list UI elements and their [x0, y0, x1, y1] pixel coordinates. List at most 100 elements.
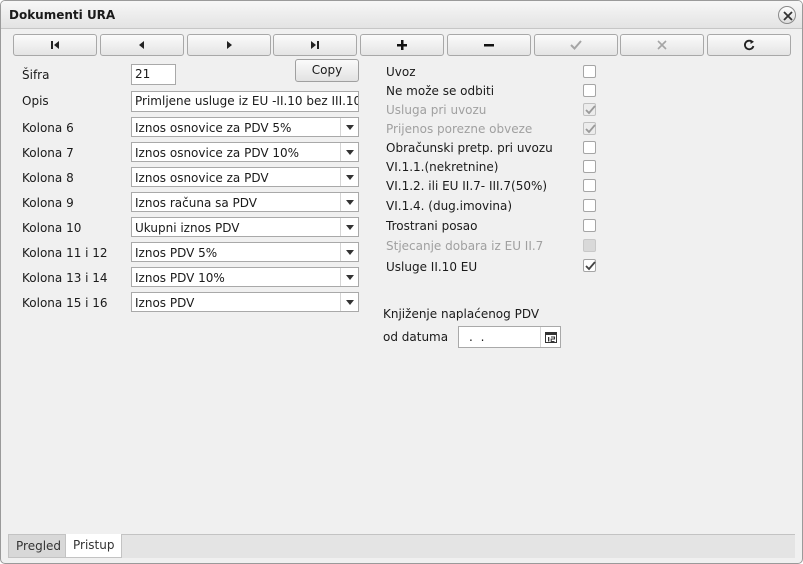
chevron-down-icon	[346, 175, 354, 180]
option-trostrani-posao-checkbox[interactable]	[583, 219, 596, 232]
option-stjecanje-dobara-checkbox[interactable]	[583, 239, 596, 252]
tab-bar: Pregled Pristup	[8, 534, 795, 558]
first-record-button[interactable]	[13, 34, 97, 56]
date-label: od datuma	[383, 330, 449, 344]
option-vi-1-4-checkbox[interactable]	[583, 199, 596, 212]
dropdown-button[interactable]	[340, 118, 358, 136]
first-record-icon	[51, 41, 59, 49]
kolona-10-label: Kolona 10	[22, 221, 82, 235]
refresh-button[interactable]	[707, 34, 791, 56]
checkmark-icon	[585, 124, 596, 134]
option-vi-1-1-label: VI.1.1.(nekretnine)	[386, 160, 499, 174]
option-vi-1-2-checkbox[interactable]	[583, 179, 596, 192]
cancel-icon	[657, 40, 667, 50]
option-vi-1-4-label: VI.1.4. (dug.imovina)	[386, 199, 513, 213]
kolona-8-label: Kolona 8	[22, 171, 74, 185]
opis-input[interactable]: Primljene usluge iz EU -II.10 bez III.10	[131, 91, 359, 112]
chevron-down-icon	[346, 200, 354, 205]
option-ne-moze-se-odbiti-label: Ne može se odbiti	[386, 84, 495, 98]
kolona-10-select[interactable]: Ukupni iznos PDV	[131, 217, 359, 237]
confirm-button[interactable]	[534, 34, 618, 56]
option-uvoz-checkbox[interactable]	[583, 65, 596, 78]
chevron-down-icon	[346, 225, 354, 230]
kolona-9-value: Iznos računa sa PDV	[135, 196, 258, 210]
kolona-10-value: Ukupni iznos PDV	[135, 221, 240, 235]
close-button[interactable]	[778, 6, 796, 24]
option-usluga-pri-uvozu-label: Usluga pri uvozu	[386, 103, 487, 117]
option-obracunski-pretp-checkbox[interactable]	[583, 141, 596, 154]
dropdown-button[interactable]	[340, 243, 358, 261]
option-vi-1-1-checkbox[interactable]	[583, 160, 596, 173]
kolona-8-value: Iznos osnovice za PDV	[135, 171, 269, 185]
option-vi-1-2-label: VI.1.2. ili EU II.7- III.7(50%)	[386, 179, 548, 193]
kolona-7-value: Iznos osnovice za PDV 10%	[135, 146, 300, 160]
option-trostrani-posao-label: Trostrani posao	[386, 219, 478, 233]
next-record-button[interactable]	[187, 34, 271, 56]
kolona-6-label: Kolona 6	[22, 121, 74, 135]
delete-icon	[484, 44, 494, 47]
cancel-button[interactable]	[620, 34, 704, 56]
option-usluge-ii10-eu-label: Usluge II.10 EU	[386, 260, 478, 274]
kolona-11-12-label: Kolona 11 i 12	[22, 246, 108, 260]
kolona-11-12-select[interactable]: Iznos PDV 5%	[131, 242, 359, 262]
kolona-7-label: Kolona 7	[22, 146, 74, 160]
confirm-icon	[570, 40, 582, 50]
refresh-icon	[744, 39, 755, 51]
dropdown-button[interactable]	[340, 168, 358, 186]
option-obracunski-pretp-label: Obračunski pretp. pri uvozu	[386, 141, 553, 155]
checkmark-icon	[585, 261, 596, 271]
tab-pregled[interactable]: Pregled	[8, 535, 70, 558]
kolona-6-value: Iznos osnovice za PDV 5%	[135, 121, 292, 135]
last-record-icon	[311, 41, 319, 49]
add-icon	[397, 40, 407, 50]
kolona-7-select[interactable]: Iznos osnovice za PDV 10%	[131, 142, 359, 162]
calendar-button[interactable]	[540, 327, 560, 347]
date-value: . .	[469, 330, 487, 344]
next-record-icon	[227, 41, 232, 49]
kolona-13-14-label: Kolona 13 i 14	[22, 271, 108, 285]
delete-record-button[interactable]	[447, 34, 531, 56]
dropdown-button[interactable]	[340, 293, 358, 311]
option-usluga-pri-uvozu-checkbox[interactable]	[583, 103, 596, 116]
option-usluge-ii10-eu-checkbox[interactable]	[583, 259, 596, 272]
kolona-15-16-value: Iznos PDV	[135, 296, 195, 310]
dropdown-button[interactable]	[340, 193, 358, 211]
previous-record-icon	[139, 41, 144, 49]
checkmark-icon	[585, 105, 596, 115]
tab-pristup[interactable]: Pristup	[65, 534, 123, 558]
title-bar: Dokumenti URA	[1, 1, 802, 29]
kolona-13-14-select[interactable]: Iznos PDV 10%	[131, 267, 359, 287]
kolona-9-select[interactable]: Iznos računa sa PDV	[131, 192, 359, 212]
date-input[interactable]: . .	[458, 326, 561, 348]
option-stjecanje-dobara-label: Stjecanje dobara iz EU II.7	[386, 239, 544, 253]
opis-label: Opis	[22, 94, 49, 108]
add-record-button[interactable]	[360, 34, 444, 56]
kolona-9-label: Kolona 9	[22, 196, 74, 210]
kolona-8-select[interactable]: Iznos osnovice za PDV	[131, 167, 359, 187]
dropdown-button[interactable]	[340, 218, 358, 236]
last-record-button[interactable]	[273, 34, 357, 56]
option-prijenos-porezne-obveze-label: Prijenos porezne obveze	[386, 122, 533, 136]
close-icon	[783, 11, 793, 21]
chevron-down-icon	[346, 275, 354, 280]
kolona-11-12-value: Iznos PDV 5%	[135, 246, 218, 260]
chevron-down-icon	[346, 150, 354, 155]
copy-button[interactable]: Copy	[295, 59, 359, 82]
dropdown-button[interactable]	[340, 143, 358, 161]
dokumenti-ura-window: Dokumenti URA Šifra 21 Copy Opis Primlje…	[0, 0, 803, 564]
kolona-13-14-value: Iznos PDV 10%	[135, 271, 225, 285]
sifra-label: Šifra	[22, 68, 50, 82]
sifra-input[interactable]: 21	[131, 64, 176, 85]
window-title: Dokumenti URA	[9, 8, 116, 22]
kolona-15-16-select[interactable]: Iznos PDV	[131, 292, 359, 312]
previous-record-button[interactable]	[100, 34, 184, 56]
calendar-icon	[545, 332, 557, 343]
option-prijenos-porezne-obveze-checkbox[interactable]	[583, 122, 596, 135]
kolona-6-select[interactable]: Iznos osnovice za PDV 5%	[131, 117, 359, 137]
chevron-down-icon	[346, 250, 354, 255]
chevron-down-icon	[346, 125, 354, 130]
option-ne-moze-se-odbiti-checkbox[interactable]	[583, 84, 596, 97]
dropdown-button[interactable]	[340, 268, 358, 286]
booking-heading: Knjiženje naplaćenog PDV	[383, 307, 540, 321]
kolona-15-16-label: Kolona 15 i 16	[22, 296, 108, 310]
